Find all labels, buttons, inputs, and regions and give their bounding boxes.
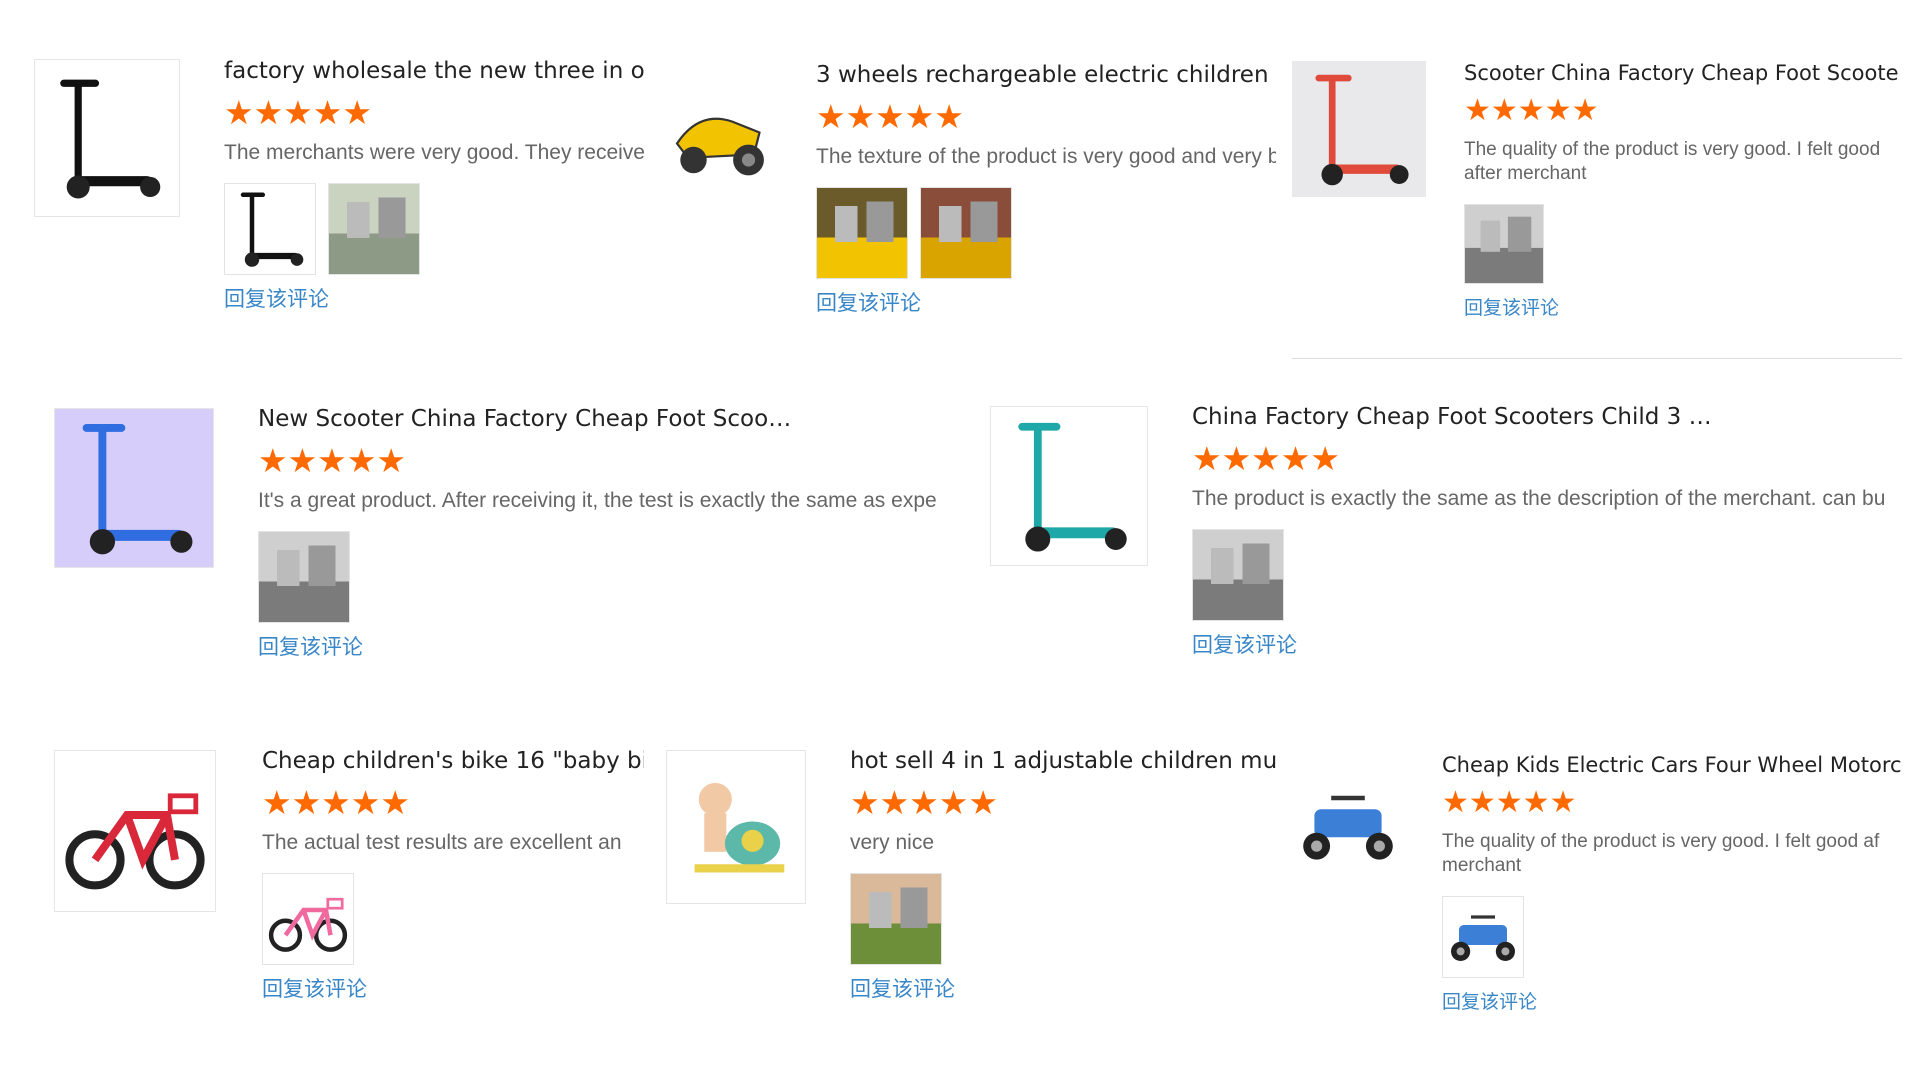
- divider: [1292, 358, 1902, 359]
- review-card: China Factory Cheap Foot Scooters Child …: [990, 402, 1904, 692]
- review-photos: [224, 183, 644, 275]
- product-title[interactable]: factory wholesale the new three in one: [224, 56, 644, 86]
- review-text: It's a great product. After receiving it…: [258, 489, 937, 512]
- product-title[interactable]: New Scooter China Factory Cheap Foot Sco…: [258, 404, 798, 434]
- review-text: The product is exactly the same as the d…: [1192, 487, 1886, 510]
- review-photo[interactable]: [328, 183, 420, 275]
- product-title[interactable]: Cheap Kids Electric Cars Four Wheel Moto…: [1442, 750, 1902, 780]
- review-photos: [850, 873, 1276, 965]
- review-card: Scooter China Factory Cheap Foot Scooter…: [1292, 58, 1902, 358]
- review-text: The quality of the product is very good.…: [1442, 831, 1880, 876]
- review-photos: [1442, 896, 1902, 978]
- star-rating: ★★★★★: [816, 97, 964, 136]
- review-photo[interactable]: [920, 187, 1012, 279]
- review-photo[interactable]: [258, 531, 350, 623]
- star-rating: ★★★★★: [258, 441, 406, 480]
- review-text: The texture of the product is very good …: [816, 145, 1276, 168]
- review-photos: [816, 187, 1276, 279]
- reply-link[interactable]: 回复该评论: [258, 635, 972, 661]
- review-card: hot sell 4 in 1 adjustable children musi…: [666, 746, 1276, 1046]
- review-text: very nice: [850, 831, 935, 854]
- review-photos: [1464, 204, 1900, 284]
- review-card: 3 wheels rechargeable electric children …: [666, 60, 1280, 340]
- review-photo[interactable]: [1442, 896, 1524, 978]
- reply-link[interactable]: 回复该评论: [1192, 633, 1904, 659]
- review-photo[interactable]: [262, 873, 354, 965]
- product-thumbnail[interactable]: [54, 750, 216, 912]
- review-photo[interactable]: [1192, 529, 1284, 621]
- review-photo[interactable]: [224, 183, 316, 275]
- review-text: The merchants were very good. They recei…: [224, 141, 644, 164]
- product-thumbnail[interactable]: [34, 59, 180, 217]
- product-thumbnail[interactable]: [1292, 61, 1426, 197]
- product-title[interactable]: China Factory Cheap Foot Scooters Child …: [1192, 402, 1732, 432]
- reply-link[interactable]: 回复该评论: [1442, 990, 1902, 1016]
- product-title[interactable]: Scooter China Factory Cheap Foot Scooter…: [1464, 58, 1900, 88]
- product-thumbnail[interactable]: [1292, 754, 1404, 898]
- review-photo[interactable]: [850, 873, 942, 965]
- review-photo[interactable]: [816, 187, 908, 279]
- reply-link[interactable]: 回复该评论: [262, 977, 644, 1003]
- product-thumbnail[interactable]: [666, 750, 806, 904]
- review-photos: [258, 531, 972, 623]
- reply-link[interactable]: 回复该评论: [850, 977, 1276, 1003]
- star-rating: ★★★★★: [1192, 439, 1340, 478]
- review-card: New Scooter China Factory Cheap Foot Sco…: [54, 404, 974, 694]
- star-rating: ★★★★★: [1442, 785, 1577, 820]
- review-text: The actual test results are excellent an: [262, 831, 622, 854]
- review-photos: [1192, 529, 1904, 621]
- product-title[interactable]: hot sell 4 in 1 adjustable children musi: [850, 746, 1276, 776]
- reply-link[interactable]: 回复该评论: [1464, 296, 1900, 322]
- review-text: The quality of the product is very good.…: [1464, 139, 1881, 184]
- review-card: Cheap children's bike 16 "baby bik ★★★★★…: [54, 746, 644, 1046]
- review-photos: [262, 873, 644, 965]
- star-rating: ★★★★★: [850, 783, 998, 822]
- star-rating: ★★★★★: [1464, 93, 1599, 128]
- reply-link[interactable]: 回复该评论: [224, 287, 644, 313]
- product-thumbnail[interactable]: [666, 63, 776, 213]
- star-rating: ★★★★★: [262, 783, 410, 822]
- review-photo[interactable]: [1464, 204, 1544, 284]
- review-card: Cheap Kids Electric Cars Four Wheel Moto…: [1292, 750, 1902, 1050]
- product-title[interactable]: Cheap children's bike 16 "baby bik: [262, 746, 644, 776]
- product-thumbnail[interactable]: [54, 408, 214, 568]
- reply-link[interactable]: 回复该评论: [816, 291, 1276, 317]
- product-thumbnail[interactable]: [990, 406, 1148, 566]
- review-card: factory wholesale the new three in one ★…: [34, 56, 644, 346]
- product-title[interactable]: 3 wheels rechargeable electric children …: [816, 60, 1276, 90]
- star-rating: ★★★★★: [224, 93, 372, 132]
